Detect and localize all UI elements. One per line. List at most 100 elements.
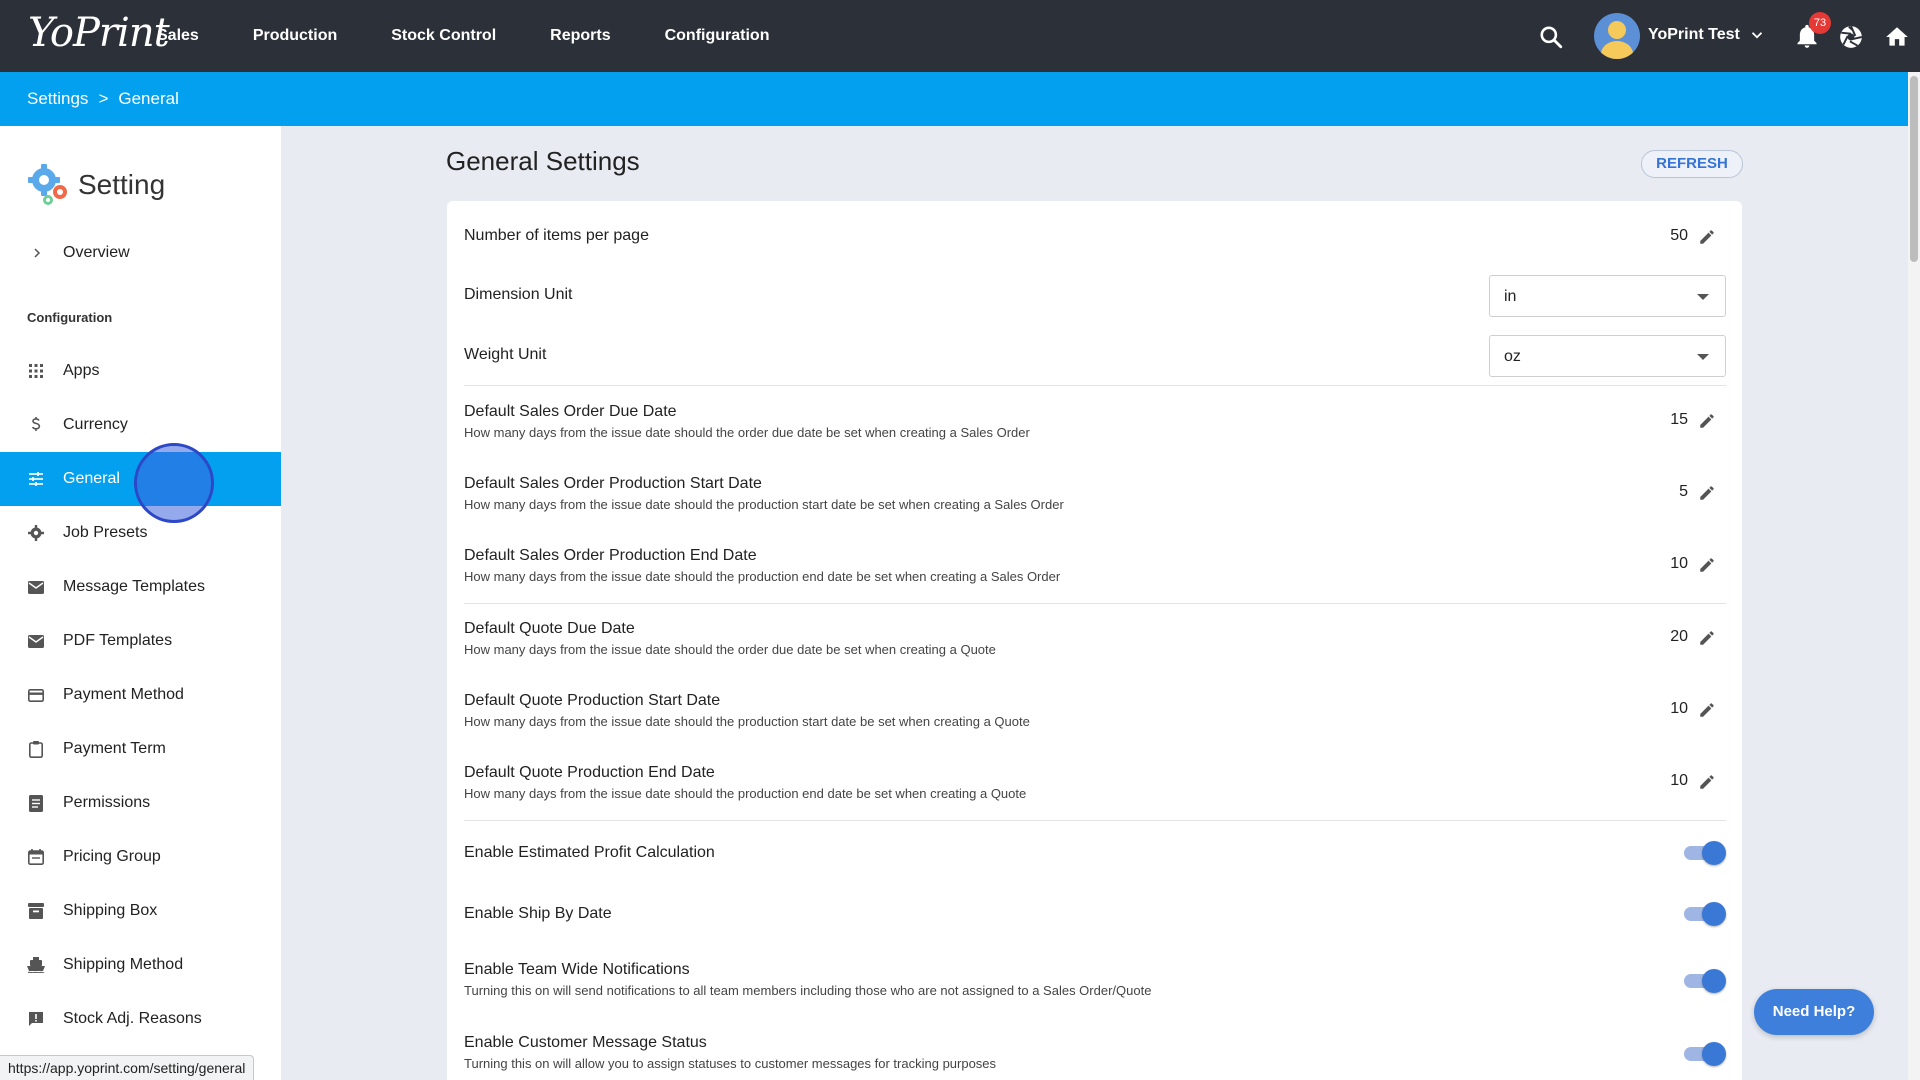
ship-icon [27, 957, 45, 973]
nav-sales[interactable]: Sales [157, 27, 199, 45]
user-avatar[interactable] [1594, 13, 1640, 59]
list-icon [29, 794, 43, 812]
sidebar-item-label: Overview [63, 244, 130, 261]
breadcrumb-settings[interactable]: Settings [27, 89, 88, 109]
setting-description: How many days from the issue date should… [464, 497, 1064, 512]
chevron-down-icon[interactable] [1748, 26, 1766, 44]
breadcrumb-general[interactable]: General [118, 89, 178, 109]
sidebar-section-label: Configuration [27, 310, 113, 325]
dimension-unit-select[interactable]: in [1489, 275, 1726, 317]
pencil-icon[interactable] [1698, 629, 1716, 647]
customer-message-status-toggle[interactable] [1684, 1042, 1726, 1066]
sidebar-item-label: Pricing Group [63, 848, 161, 865]
setting-title: Enable Estimated Profit Calculation [464, 844, 715, 861]
pencil-icon[interactable] [1698, 773, 1716, 791]
caret-down-icon [1697, 294, 1709, 300]
notification-badge: 73 [1809, 12, 1831, 34]
need-help-button[interactable]: Need Help? [1754, 989, 1874, 1035]
sidebar-header: Setting [26, 162, 165, 208]
sidebar-item-payment-method[interactable]: Payment Method [0, 668, 281, 722]
pencil-icon[interactable] [1698, 556, 1716, 574]
sidebar-item-label: Shipping Method [63, 956, 184, 973]
setting-description: How many days from the issue date should… [464, 714, 1030, 729]
clipboard-icon [29, 740, 43, 758]
setting-quote-production-end: Default Quote Production End Date How ma… [464, 764, 1726, 804]
sidebar-item-label: Permissions [63, 794, 151, 811]
setting-value: 10 [1670, 700, 1688, 717]
sidebar-item-shipping-method[interactable]: Shipping Method [0, 938, 281, 992]
pencil-icon[interactable] [1698, 484, 1716, 502]
ship-by-date-toggle[interactable] [1684, 902, 1726, 926]
search-icon[interactable] [1538, 24, 1564, 50]
home-icon[interactable] [1884, 24, 1910, 50]
setting-description: Turning this on will allow you to assign… [464, 1056, 997, 1071]
nav-stock-control[interactable]: Stock Control [391, 27, 496, 45]
pencil-icon[interactable] [1698, 701, 1716, 719]
select-value: in [1504, 288, 1517, 305]
setting-title: Default Sales Order Production End Date [464, 547, 757, 564]
refresh-button[interactable]: REFRESH [1641, 150, 1743, 178]
sidebar-item-shipping-box[interactable]: Shipping Box [0, 884, 281, 938]
main-nav: Sales Production Stock Control Reports C… [157, 0, 823, 72]
sidebar-item-permissions[interactable]: Permissions [0, 776, 281, 830]
setting-customer-message-status: Enable Customer Message Status Turning t… [464, 1034, 1726, 1074]
setting-profit-calculation: Enable Estimated Profit Calculation [464, 841, 1726, 865]
sidebar-item-stock-adj-reasons[interactable]: Stock Adj. Reasons [0, 992, 281, 1046]
setting-title: Weight Unit [464, 346, 547, 363]
setting-so-production-start: Default Sales Order Production Start Dat… [464, 475, 1726, 515]
setting-quote-production-start: Default Quote Production Start Date How … [464, 692, 1726, 732]
setting-description: How many days from the issue date should… [464, 642, 996, 657]
sidebar-item-overview[interactable]: Overview [0, 226, 281, 280]
setting-description: How many days from the issue date should… [464, 569, 1061, 584]
setting-quote-due-date: Default Quote Due Date How many days fro… [464, 620, 1726, 660]
aperture-icon[interactable] [1838, 24, 1864, 50]
archive-icon [28, 903, 44, 919]
apps-grid-icon [29, 364, 43, 378]
nav-configuration[interactable]: Configuration [665, 27, 770, 45]
top-navbar: YoPrint Sales Production Stock Control R… [0, 0, 1920, 72]
nav-production[interactable]: Production [253, 27, 337, 45]
pencil-icon[interactable] [1698, 228, 1716, 246]
setting-description: Turning this on will send notifications … [464, 983, 1152, 998]
gears-icon [28, 164, 67, 205]
setting-title: Dimension Unit [464, 286, 573, 303]
sliders-icon [29, 472, 43, 486]
sidebar-item-label: General [63, 470, 120, 487]
chevron-right-icon [34, 248, 41, 258]
setting-items-per-page: Number of items per page 50 [464, 227, 1726, 251]
profit-calculation-toggle[interactable] [1684, 841, 1726, 865]
sidebar-item-payment-term[interactable]: Payment Term [0, 722, 281, 776]
sidebar-item-job-presets[interactable]: Job Presets [0, 506, 281, 560]
settings-sidebar: Setting Overview Configuration Apps Curr… [0, 126, 281, 1080]
setting-title: Default Sales Order Production Start Dat… [464, 475, 762, 492]
setting-dimension-unit: Dimension Unit in [464, 275, 1726, 317]
team-notifications-toggle[interactable] [1684, 969, 1726, 993]
setting-title: Default Sales Order Due Date [464, 403, 677, 420]
sidebar-item-apps[interactable]: Apps [0, 344, 281, 398]
sidebar-item-pdf-templates[interactable]: PDF Templates [0, 614, 281, 668]
user-name[interactable]: YoPrint Test [1648, 26, 1740, 44]
sidebar-item-currency[interactable]: Currency [0, 398, 281, 452]
setting-team-notifications: Enable Team Wide Notifications Turning t… [464, 961, 1726, 1001]
setting-description: How many days from the issue date should… [464, 425, 1030, 440]
setting-so-due-date: Default Sales Order Due Date How many da… [464, 403, 1726, 443]
setting-title: Default Quote Production End Date [464, 764, 715, 781]
setting-title: Enable Ship By Date [464, 905, 612, 922]
sidebar-title: Setting [78, 169, 166, 200]
sidebar-item-pricing-group[interactable]: Pricing Group [0, 830, 281, 884]
setting-value: 20 [1670, 628, 1688, 645]
weight-unit-select[interactable]: oz [1489, 335, 1726, 377]
setting-value: 5 [1679, 483, 1688, 500]
sidebar-item-message-templates[interactable]: Message Templates [0, 560, 281, 614]
app-logo[interactable]: YoPrint [28, 10, 170, 56]
settings-card: Number of items per page 50 Dimension Un… [447, 201, 1742, 1080]
caret-down-icon [1697, 354, 1709, 360]
nav-reports[interactable]: Reports [550, 27, 610, 45]
page-title: General Settings [446, 146, 640, 176]
pencil-icon[interactable] [1698, 412, 1716, 430]
sidebar-item-label: Stock Adj. Reasons [63, 1010, 202, 1027]
scrollbar-thumb[interactable] [1910, 76, 1918, 262]
calendar-icon [28, 849, 44, 865]
mail-icon [28, 580, 44, 594]
sidebar-item-label: Payment Method [63, 686, 184, 703]
